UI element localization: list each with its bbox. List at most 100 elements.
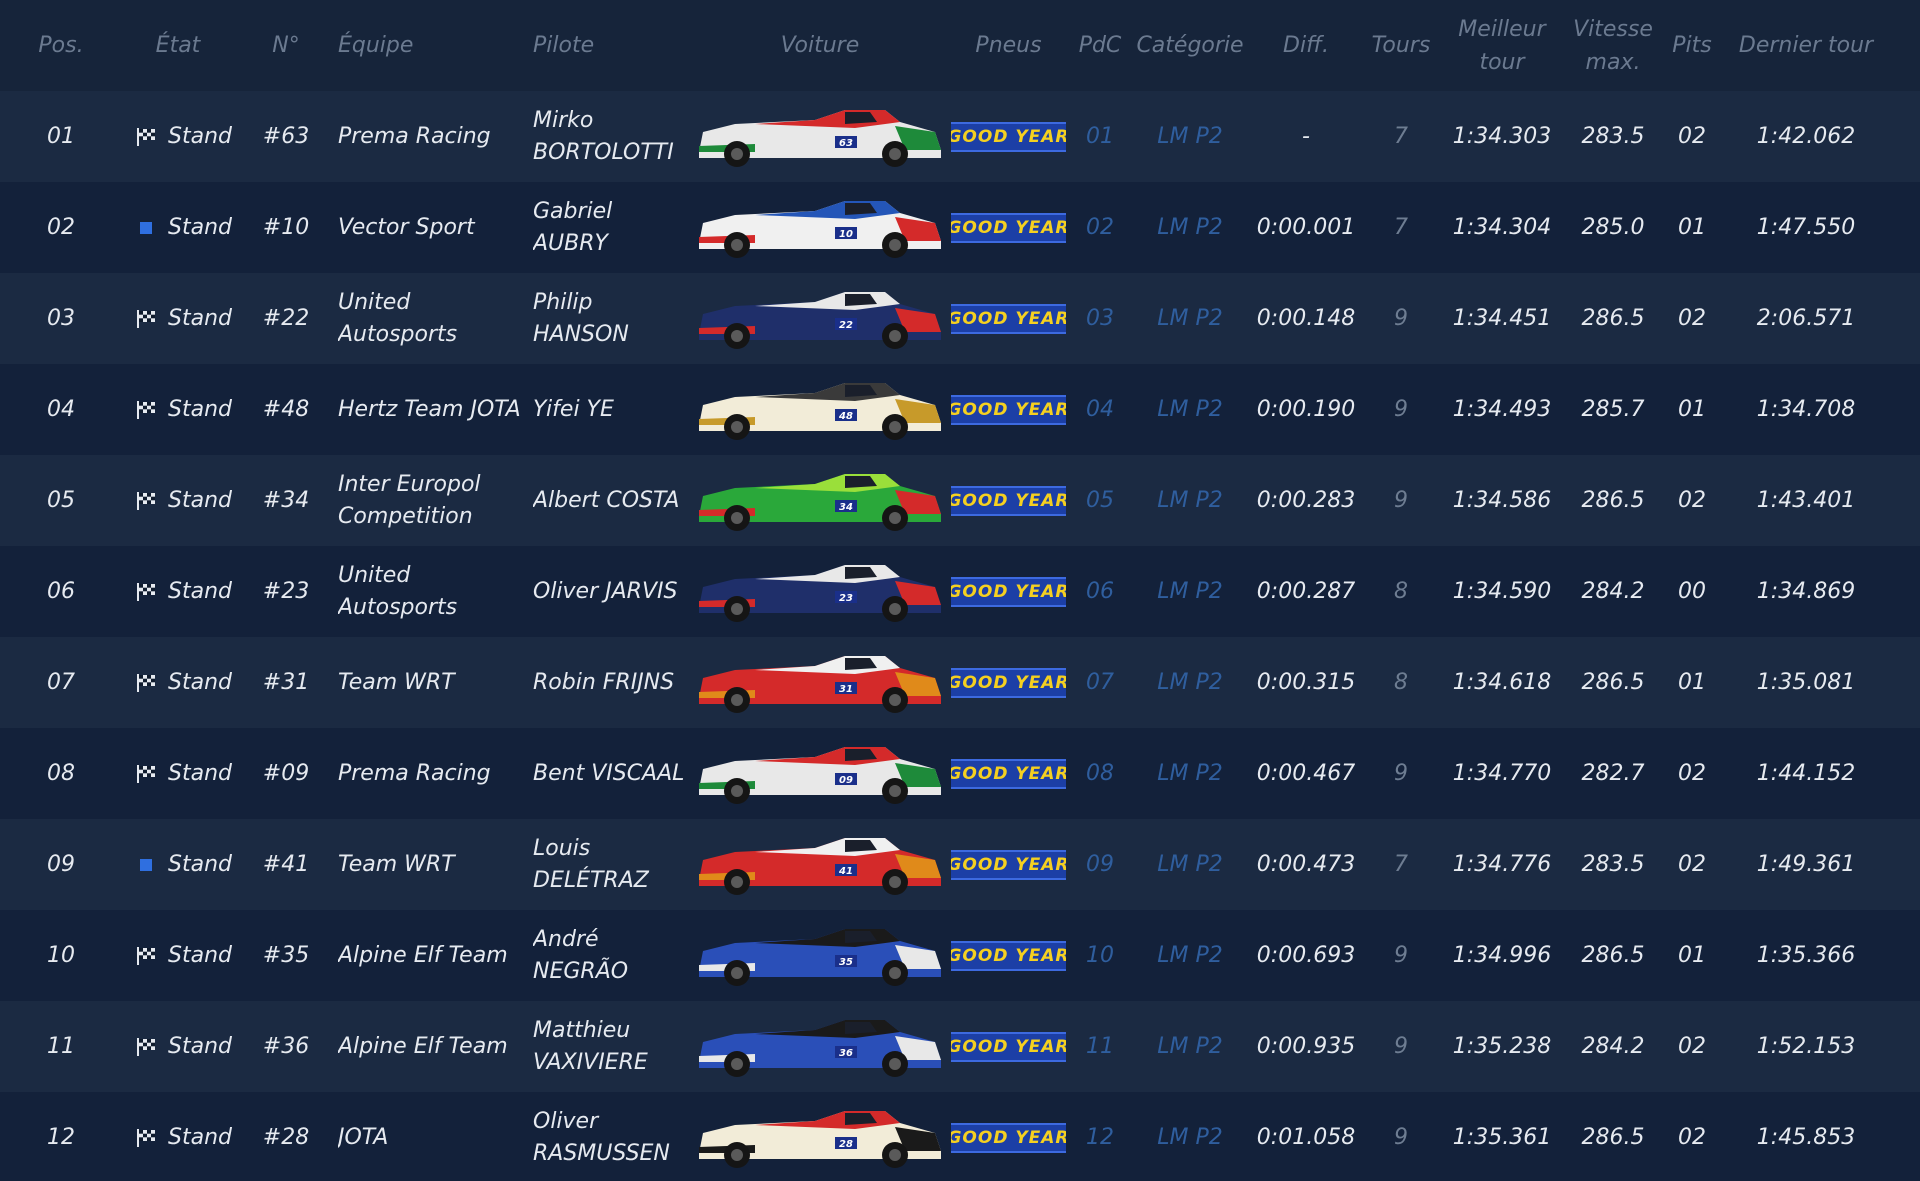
driver-name: Robin FRIJNS [533,669,675,695]
car-number: #10 [262,214,310,240]
header-pits[interactable]: Pits [1658,29,1726,62]
team-name: JOTA [338,1124,389,1150]
top-speed: 286.5 [1581,669,1645,695]
pit-stops: 02 [1678,851,1706,877]
header-diff[interactable]: Diff. [1246,29,1366,62]
status-label: Stand [168,123,232,149]
header-etat[interactable]: État [122,29,234,62]
tyre-brand-logo: GOOD YEAR [951,1122,1066,1153]
svg-text:35: 35 [839,957,853,968]
goodyear-logo: GOOD YEAR [951,121,1066,152]
status-label: Stand [168,669,232,695]
table-row[interactable]: 05 Stand #34 Inter Europol Competition Alber… [0,455,1920,546]
tyre-brand-logo: GOOD YEAR [951,485,1066,516]
category: LM P2 [1157,1033,1223,1059]
svg-text:48: 48 [838,411,853,422]
table-row[interactable]: 12 Stand #28 JOTA Oliver RASMUSSEN 28 GOOD YEA… [0,1092,1920,1181]
svg-text:10: 10 [839,229,853,240]
header-pos[interactable]: Pos. [0,29,122,62]
pit-stops: 02 [1678,487,1706,513]
goodyear-logo: GOOD YEAR [951,849,1066,880]
team-name: Prema Racing [338,760,491,786]
svg-text:34: 34 [839,502,853,513]
table-row[interactable]: 08 Stand #09 Prema Racing Bent VISCAAL 09 GOOD… [0,728,1920,819]
header-tyres[interactable]: Pneus [951,29,1066,62]
header-car[interactable]: Voiture [689,29,951,62]
table-row[interactable]: 11 Stand #36 Alpine Elf Team Matthieu VAXIVI… [0,1001,1920,1092]
pit-stops: 01 [1678,396,1706,422]
car-number: #31 [262,669,310,695]
laps: 9 [1394,1124,1408,1150]
header-best-lap[interactable]: Meilleur tour [1436,13,1568,79]
goodyear-logo: GOOD YEAR [951,303,1066,334]
status-cell: Stand [122,212,234,244]
car-number: #28 [262,1124,310,1150]
team-name: Vector Sport [338,214,475,240]
position: 05 [47,487,75,513]
pit-stops: 01 [1678,942,1706,968]
checkered-flag-icon [136,764,156,783]
category: LM P2 [1157,214,1223,240]
driver-name: Gabriel AUBRY [533,198,613,256]
table-row[interactable]: 03 Stand #22 United Autosports Philip HANSON… [0,273,1920,364]
class-position: 05 [1086,487,1114,513]
laps: 7 [1394,123,1408,149]
category: LM P2 [1157,123,1223,149]
last-lap: 1:35.366 [1756,942,1856,968]
best-lap: 1:34.618 [1452,669,1552,695]
header-last-lap[interactable]: Dernier tour [1726,29,1886,62]
header-driver[interactable]: Pilote [533,29,689,62]
table-header: Pos. État N° Équipe Pilote Voiture Pneus… [0,0,1920,91]
checkered-flag-icon [136,400,156,419]
header-laps[interactable]: Tours [1366,29,1436,62]
table-row[interactable]: 07 Stand #31 Team WRT Robin FRIJNS 31 GOOD YEA… [0,637,1920,728]
table-row[interactable]: 09 Stand #41 Team WRT Louis DELÉTRAZ 41 GOOD Y… [0,819,1920,910]
svg-text:09: 09 [839,775,853,786]
gap-diff: 0:00.287 [1256,578,1356,604]
top-speed: 285.7 [1581,396,1645,422]
driver-name: Albert COSTA [533,487,680,513]
class-position: 07 [1086,669,1114,695]
gap-diff: 0:00.283 [1256,487,1356,513]
table-row[interactable]: 02 Stand #10 Vector Sport Gabriel AUBRY 10 GOO… [0,182,1920,273]
table-row[interactable]: 04 Stand #48 Hertz Team JOTA Yifei YE 48 GOOD … [0,364,1920,455]
top-speed: 286.5 [1581,1124,1645,1150]
header-pdc[interactable]: PdC [1066,29,1134,62]
svg-text:28: 28 [839,1139,853,1150]
header-number[interactable]: N° [234,29,338,62]
top-speed: 282.7 [1581,760,1645,786]
car-number: #22 [262,305,310,331]
team-name: United Autosports [338,562,458,620]
status-cell: Stand [122,1031,234,1063]
driver-name: Mirko BORTOLOTTI [533,107,674,165]
team-name: United Autosports [338,289,458,347]
car-number: #23 [262,578,310,604]
laps: 9 [1394,487,1408,513]
goodyear-logo: GOOD YEAR [951,667,1066,698]
tyre-brand-logo: GOOD YEAR [951,667,1066,698]
top-speed: 283.5 [1581,123,1645,149]
status-label: Stand [168,942,232,968]
header-team[interactable]: Équipe [338,29,533,62]
table-row[interactable]: 06 Stand #23 United Autosports Oliver JARVIS… [0,546,1920,637]
top-speed: 286.5 [1581,305,1645,331]
checkered-flag-icon [136,309,156,328]
last-lap: 1:47.550 [1756,214,1856,240]
driver-name: André NEGRÃO [533,926,629,984]
driver-name: Yifei YE [533,396,614,422]
category: LM P2 [1157,851,1223,877]
checkered-flag-icon [136,491,156,510]
svg-text:41: 41 [838,866,853,877]
team-name: Inter Europol Competition [338,471,481,529]
last-lap: 1:52.153 [1756,1033,1856,1059]
position: 11 [47,1033,75,1059]
table-row[interactable]: 01 Stand #63 Prema Racing Mirko BORTOLOTTI 63… [0,91,1920,182]
header-top-speed[interactable]: Vitesse max. [1568,13,1658,79]
gap-diff: 0:00.190 [1256,396,1356,422]
best-lap: 1:34.304 [1452,214,1552,240]
car-number: #63 [262,123,310,149]
class-position: 08 [1086,760,1114,786]
table-row[interactable]: 10 Stand #35 Alpine Elf Team André NEGRÃO 35 G… [0,910,1920,1001]
best-lap: 1:34.770 [1452,760,1552,786]
header-category[interactable]: Catégorie [1134,29,1246,62]
